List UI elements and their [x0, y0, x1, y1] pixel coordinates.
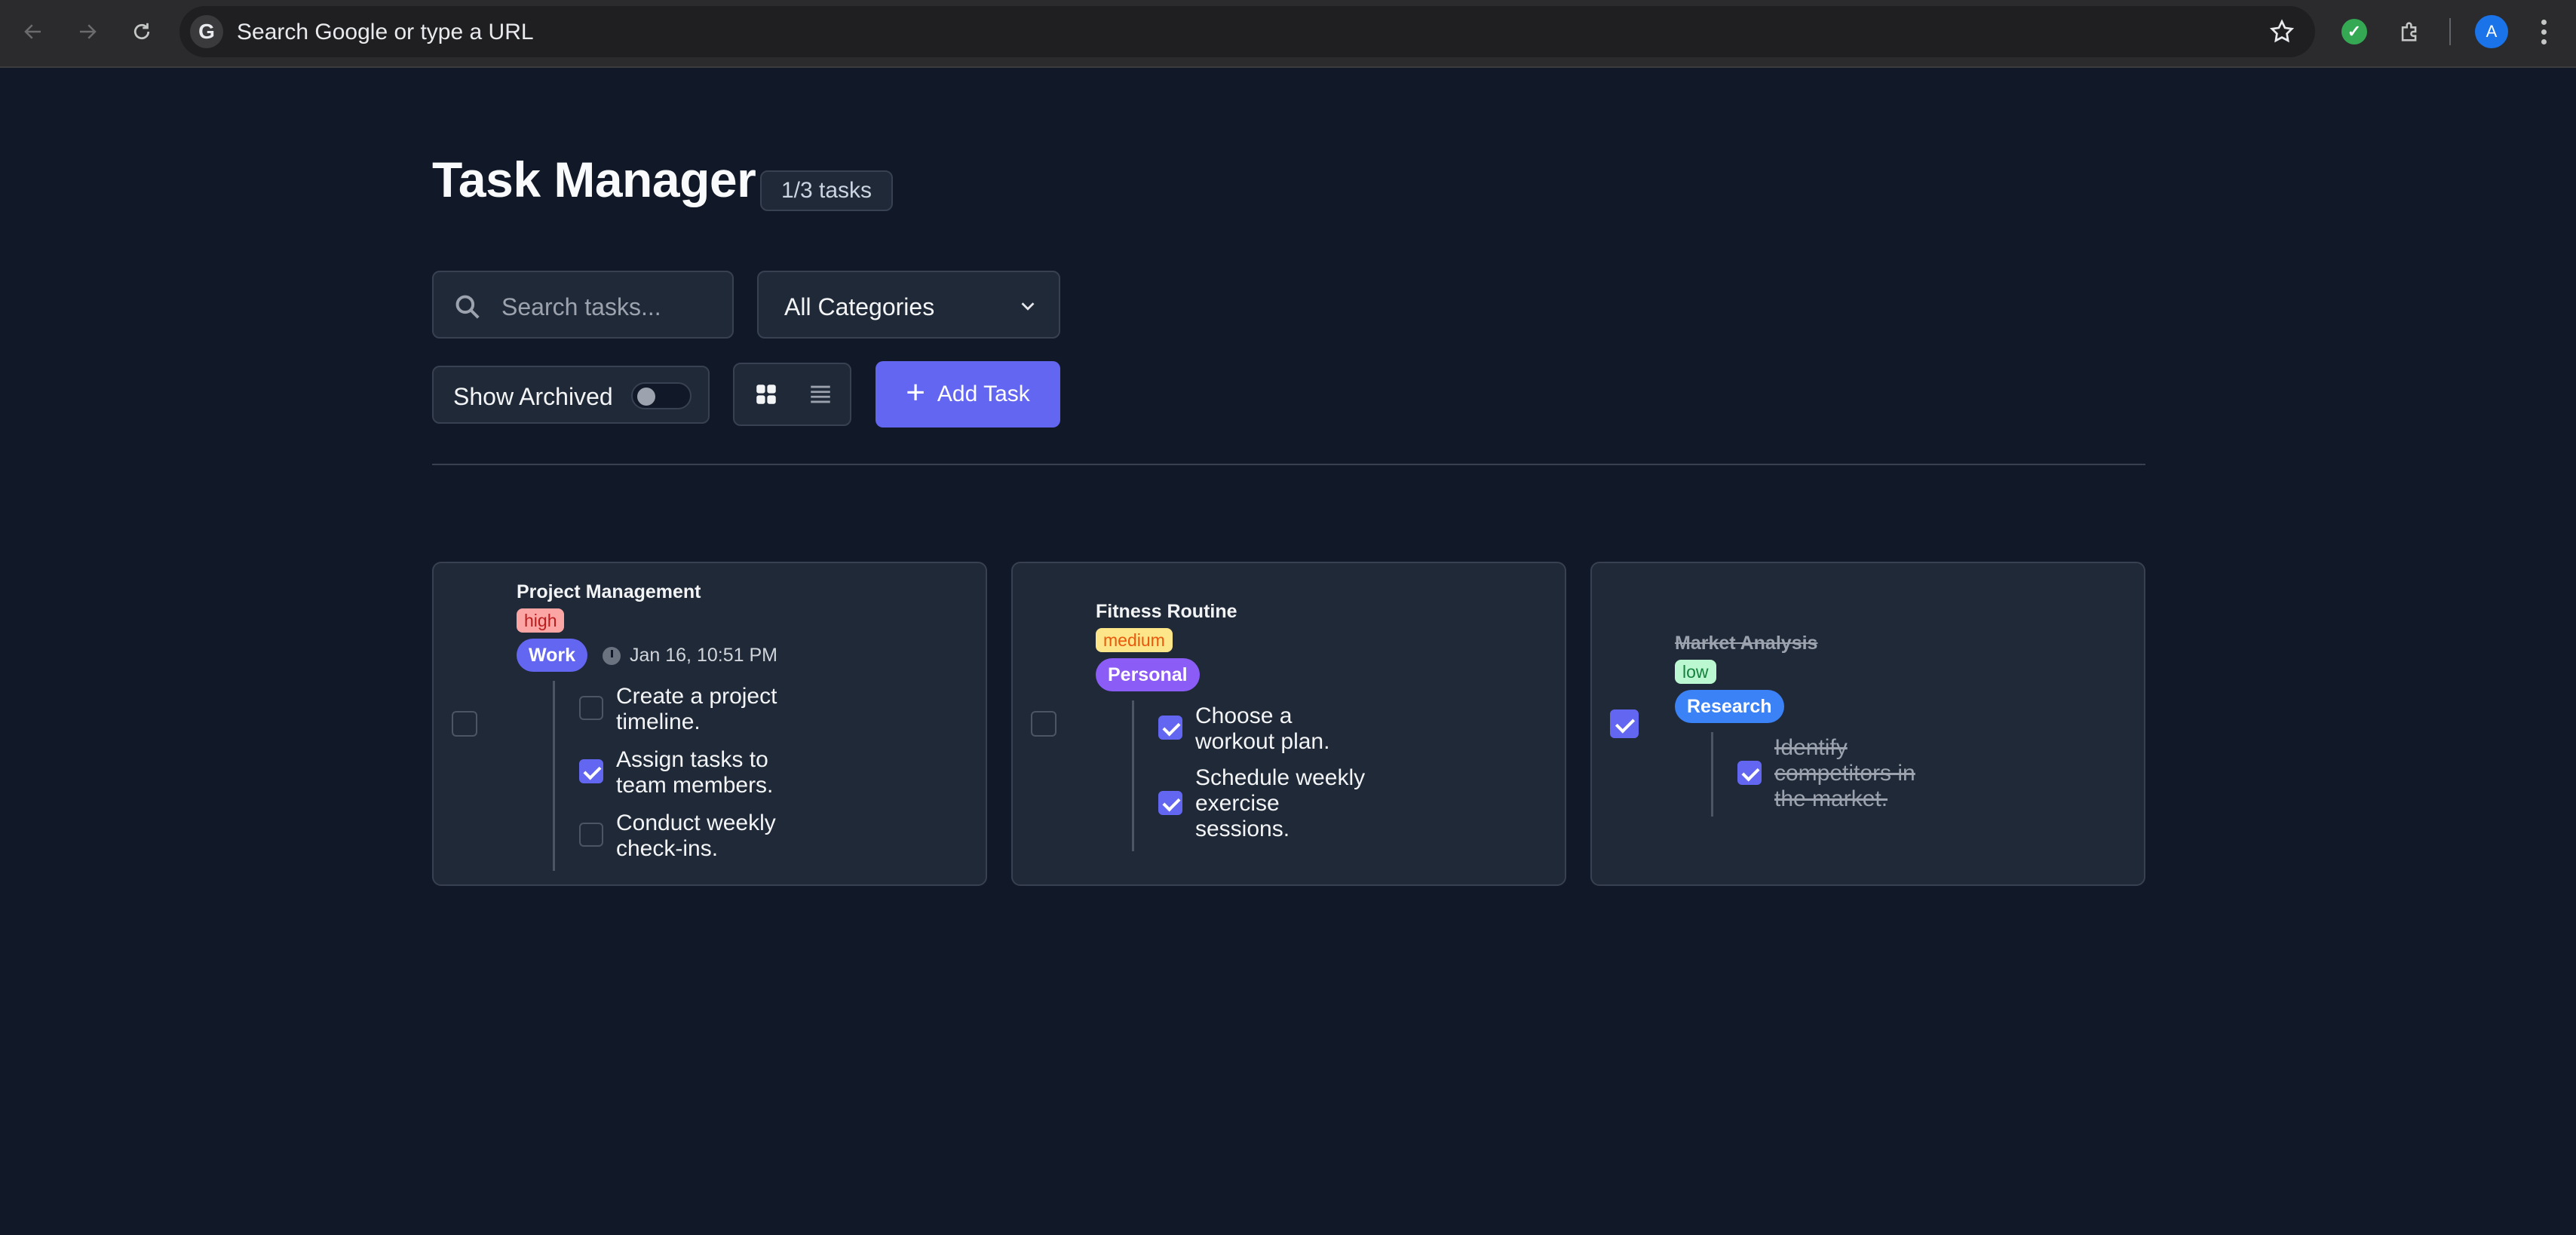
- show-archived-control: Show Archived: [432, 366, 710, 424]
- priority-badge: high: [517, 608, 565, 633]
- category-badge: Work: [517, 639, 588, 672]
- priority-badge: medium: [1096, 628, 1173, 652]
- arrow-left-icon: [24, 24, 41, 39]
- show-archived-toggle[interactable]: [631, 382, 692, 409]
- address-bar-text: Search Google or type a URL: [237, 20, 534, 44]
- task-card: Project Management high Work Jan 16, 10:…: [432, 562, 987, 886]
- extensions-button[interactable]: [2394, 15, 2427, 48]
- due-date: Jan 16, 10:51 PM: [603, 645, 777, 667]
- toggle-knob: [637, 388, 655, 406]
- subtask-checkbox[interactable]: [1737, 761, 1762, 785]
- plus-icon: +: [906, 374, 925, 411]
- task-title: Market Analysis: [1675, 633, 1818, 654]
- show-archived-label: Show Archived: [453, 383, 613, 410]
- task-title: Fitness Routine: [1096, 601, 1237, 622]
- arrow-right-icon: [80, 24, 97, 39]
- task-card: Fitness Routine medium Personal Choose a…: [1011, 562, 1566, 886]
- priority-badge: low: [1675, 660, 1716, 684]
- google-icon: G: [190, 15, 223, 48]
- forward-button[interactable]: [69, 14, 106, 50]
- subtask-text: Assign tasks to team members.: [616, 747, 774, 798]
- subtask-checkbox[interactable]: [579, 823, 603, 847]
- add-task-label: Add Task: [937, 382, 1030, 406]
- back-button[interactable]: [15, 14, 51, 50]
- task-card: Market Analysis low Research Identify co…: [1590, 562, 2145, 886]
- subtask-text: Schedule weekly exercise sessions.: [1195, 765, 1366, 841]
- task-complete-checkbox[interactable]: [452, 711, 477, 737]
- category-select-value: All Categories: [784, 293, 935, 320]
- subtask-text: Create a project timeline.: [616, 684, 777, 734]
- subtask-connector: [553, 681, 555, 871]
- toolbar-divider: [2449, 18, 2451, 45]
- subtask-text: Identify competitors in the market.: [1774, 735, 1915, 811]
- task-title: Project Management: [517, 581, 701, 602]
- subtask-connector: [1711, 732, 1713, 817]
- grid-view-button[interactable]: [750, 378, 783, 411]
- reload-icon: [133, 23, 150, 40]
- task-complete-checkbox[interactable]: [1031, 711, 1056, 737]
- search-input[interactable]: Search tasks...: [432, 271, 734, 339]
- extension-check-icon[interactable]: ✓: [2338, 15, 2371, 48]
- task-count-badge: 1/3 tasks: [760, 170, 894, 211]
- subtask-text: Choose a workout plan.: [1195, 703, 1330, 754]
- grid-icon: [756, 385, 776, 404]
- list-icon: [811, 385, 830, 403]
- view-mode-toggle: [733, 363, 851, 426]
- browser-toolbar: G Search Google or type a URL ✓ A: [0, 0, 2576, 68]
- profile-avatar[interactable]: A: [2475, 15, 2508, 48]
- due-date-text: Jan 16, 10:51 PM: [630, 645, 777, 666]
- page-title: Task Manager: [432, 152, 756, 207]
- subtask-checkbox[interactable]: [1158, 791, 1182, 815]
- clock-icon: [603, 646, 621, 665]
- section-divider: [432, 464, 2145, 465]
- chevron-down-icon: [1021, 302, 1035, 311]
- list-view-button[interactable]: [804, 378, 837, 411]
- subtask-checkbox[interactable]: [579, 696, 603, 720]
- add-task-button[interactable]: + Add Task: [876, 361, 1060, 428]
- subtask-connector: [1132, 700, 1134, 851]
- subtask-checkbox[interactable]: [579, 759, 603, 783]
- puzzle-icon: [2401, 22, 2417, 41]
- category-badge: Personal: [1096, 658, 1200, 691]
- reload-button[interactable]: [124, 14, 160, 50]
- task-complete-checkbox[interactable]: [1610, 709, 1639, 738]
- search-icon: [455, 295, 480, 319]
- subtask-text: Conduct weekly check-ins.: [616, 811, 776, 861]
- search-placeholder: Search tasks...: [501, 293, 661, 320]
- category-select[interactable]: All Categories: [757, 271, 1060, 339]
- extension-check-glyph: ✓: [2341, 19, 2367, 44]
- bookmark-star-icon[interactable]: [2268, 18, 2295, 45]
- browser-menu-icon[interactable]: [2532, 15, 2555, 48]
- address-bar[interactable]: G Search Google or type a URL: [179, 6, 2315, 57]
- category-badge: Research: [1675, 690, 1784, 723]
- subtask-checkbox[interactable]: [1158, 716, 1182, 740]
